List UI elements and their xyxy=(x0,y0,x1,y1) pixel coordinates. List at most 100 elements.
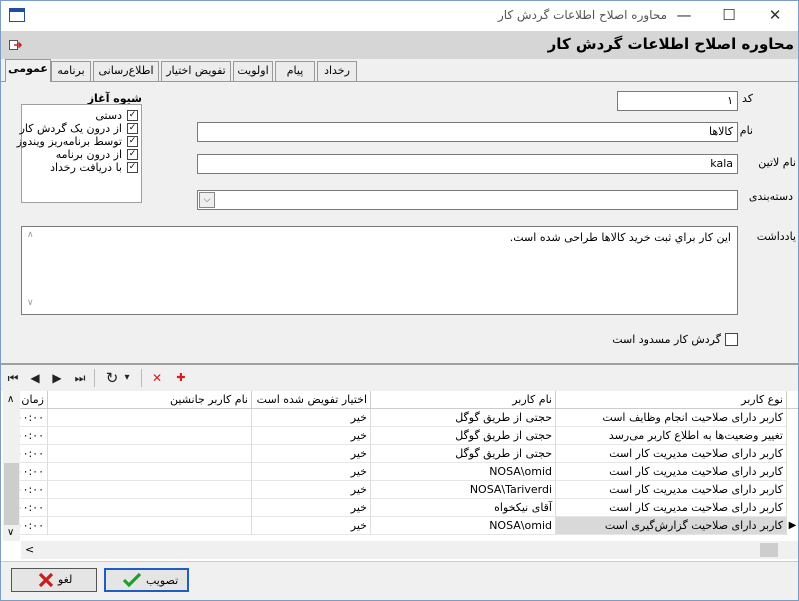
col-header-user-type[interactable]: نوع کاربر xyxy=(556,391,787,409)
grid-cell-substitute[interactable] xyxy=(48,409,252,427)
grid-cell-time[interactable]: ۰۰:۰۰ xyxy=(20,409,48,427)
start-on-event-label: با دریافت رخداد xyxy=(50,161,122,174)
latin-name-field[interactable]: kala xyxy=(197,154,738,174)
col-header-delegated[interactable]: اختیار تفویض شده است xyxy=(252,391,371,409)
window-title: محاوره اصلاح اطلاعات گردش کار xyxy=(497,8,667,22)
col-header-substitute[interactable]: نام کاربر جانشین xyxy=(48,391,252,409)
toolbar-divider xyxy=(141,369,142,387)
grid-cell-user-type[interactable]: کاربر دارای صلاحیت گزارش‌گیری است xyxy=(556,517,787,535)
chevron-down-icon[interactable]: ⌵ xyxy=(199,192,215,208)
prev-record-icon[interactable]: ◀ xyxy=(26,369,44,387)
grid-cell-substitute[interactable] xyxy=(48,517,252,535)
grid-cell-delegated[interactable]: خیر xyxy=(252,481,371,499)
refresh-dropdown-icon[interactable]: ▾ xyxy=(121,369,133,387)
grid-cell-user-type[interactable]: کاربر دارای صلاحیت مدیریت کار است xyxy=(556,445,787,463)
grid-cell-delegated[interactable]: خیر xyxy=(252,517,371,535)
category-select[interactable] xyxy=(197,190,738,210)
next-record-icon[interactable]: ▶ xyxy=(48,369,66,387)
grid-cell-time[interactable]: ۰۰:۰۰ xyxy=(20,481,48,499)
minimize-button[interactable]: — xyxy=(661,0,707,31)
scroll-up-icon[interactable]: ∧ xyxy=(27,230,34,240)
grid-cell-user-name[interactable]: NOSA\omid xyxy=(371,517,556,535)
tab-message[interactable]: پیام xyxy=(275,61,315,81)
grid-cell-user-type[interactable]: کاربر دارای صلاحیت انجام وظایف است xyxy=(556,409,787,427)
close-icon xyxy=(38,572,54,588)
tab-notification[interactable]: اطلاع‌رسانی xyxy=(93,61,159,81)
start-from-workflow-checkbox[interactable]: ✓ xyxy=(127,123,138,134)
grid-cell-user-name[interactable]: حجتی از طریق گوگل xyxy=(371,445,556,463)
grid-cell-time[interactable]: ۰۰:۰۰ xyxy=(20,463,48,481)
scroll-thumb[interactable] xyxy=(4,463,19,525)
toolbar-divider xyxy=(94,369,95,387)
scroll-down-icon[interactable]: ∨ xyxy=(7,527,14,538)
grid-cell-substitute[interactable] xyxy=(48,445,252,463)
grid-cell-delegated[interactable]: خیر xyxy=(252,463,371,481)
grid-cell-time[interactable]: ۰۰:۰۰ xyxy=(20,517,48,535)
grid-cell-user-name[interactable]: NOSA\omid xyxy=(371,463,556,481)
scroll-left-icon[interactable]: < xyxy=(25,543,34,556)
grid-cell-user-type[interactable]: کاربر دارای صلاحیت مدیریت کار است xyxy=(556,499,787,517)
grid-cell-time[interactable]: ۰۰:۰۰ xyxy=(20,445,48,463)
last-record-icon[interactable]: ⏭ xyxy=(71,369,89,387)
workflow-blocked-checkbox[interactable] xyxy=(725,333,738,346)
notes-textarea[interactable]: اين كار براي ثبت خريد كالاها طراحی شده ا… xyxy=(21,226,738,315)
grid-cell-user-type[interactable]: کاربر دارای صلاحیت مدیریت کار است xyxy=(556,463,787,481)
grid-cell-user-name[interactable]: NOSA\Tariverdi xyxy=(371,481,556,499)
add-icon[interactable]: ✚ xyxy=(172,369,190,387)
grid-cell-substitute[interactable] xyxy=(48,499,252,517)
scroll-down-icon[interactable]: ∨ xyxy=(27,298,34,308)
grid-cell-substitute[interactable] xyxy=(48,463,252,481)
approve-button[interactable]: تصویب xyxy=(104,568,189,592)
row-indicator[interactable] xyxy=(787,445,798,463)
tab-event[interactable]: رخداد xyxy=(317,61,357,81)
delete-icon[interactable]: ✕ xyxy=(148,369,166,387)
notes-scrollbar[interactable]: ∧ ∨ xyxy=(23,228,40,313)
grid-cell-user-name[interactable]: آقای نیکخواه xyxy=(371,499,556,517)
maximize-button[interactable]: ☐ xyxy=(706,0,752,31)
cancel-button[interactable]: لغو xyxy=(11,568,97,592)
grid-cell-user-type[interactable]: تغییر وضعیت‌ها به اطلاع کاربر می‌رسد xyxy=(556,427,787,445)
col-header-user-name[interactable]: نام کاربر xyxy=(371,391,556,409)
grid-cell-time[interactable]: ۰۰:۰۰ xyxy=(20,499,48,517)
scroll-thumb[interactable] xyxy=(760,543,778,557)
start-on-event-checkbox[interactable]: ✓ xyxy=(127,162,138,173)
grid-cell-delegated[interactable]: خیر xyxy=(252,499,371,517)
grid-cell-user-name[interactable]: حجتی از طریق گوگل xyxy=(371,409,556,427)
row-indicator[interactable] xyxy=(787,463,798,481)
notes-label: یادداشت xyxy=(756,230,796,243)
grid-vertical-scrollbar[interactable]: ∧ ∨ xyxy=(3,391,20,541)
cancel-button-label: لغو xyxy=(58,573,73,586)
grid-cell-delegated[interactable]: خیر xyxy=(252,445,371,463)
code-field[interactable]: ۱ xyxy=(617,91,738,111)
tab-general[interactable]: عمومی xyxy=(5,59,51,82)
exit-icon[interactable] xyxy=(9,39,23,51)
row-indicator[interactable] xyxy=(787,481,798,499)
grid-cell-delegated[interactable]: خیر xyxy=(252,427,371,445)
row-indicator[interactable] xyxy=(787,409,798,427)
row-indicator[interactable] xyxy=(787,427,798,445)
dialog-header: محاوره اصلاح اطلاعات گردش کار xyxy=(1,31,798,59)
col-header-time[interactable]: زمان ا xyxy=(20,391,48,409)
name-label: نام xyxy=(739,124,753,137)
row-indicator[interactable] xyxy=(787,499,798,517)
row-indicator[interactable]: ▶ xyxy=(787,517,798,535)
grid-cell-user-type[interactable]: کاربر دارای صلاحیت مدیریت کار است xyxy=(556,481,787,499)
refresh-icon[interactable]: ↻ xyxy=(103,369,121,387)
scroll-up-icon[interactable]: ∧ xyxy=(7,394,14,405)
name-field[interactable]: کالاها xyxy=(197,122,738,142)
grid-cell-substitute[interactable] xyxy=(48,427,252,445)
grid-cell-user-name[interactable]: حجتی از طریق گوگل xyxy=(371,427,556,445)
tab-priority[interactable]: اولویت xyxy=(233,61,273,81)
start-from-workflow-label: از درون یک گردش کار xyxy=(19,122,122,135)
start-from-program-checkbox[interactable]: ✓ xyxy=(127,149,138,160)
close-button[interactable]: ✕ xyxy=(752,0,798,31)
first-record-icon[interactable]: ⏮ xyxy=(4,369,22,387)
grid-cell-delegated[interactable]: خیر xyxy=(252,409,371,427)
tab-program[interactable]: برنامه xyxy=(51,61,91,81)
start-by-scheduler-checkbox[interactable]: ✓ xyxy=(127,136,138,147)
tab-delegation[interactable]: تفویض اختیار xyxy=(161,61,231,81)
grid-horizontal-scrollbar[interactable]: < xyxy=(21,541,798,559)
grid-cell-substitute[interactable] xyxy=(48,481,252,499)
grid-cell-time[interactable]: ۰۰:۰۰ xyxy=(20,427,48,445)
start-manual-checkbox[interactable]: ✓ xyxy=(127,110,138,121)
